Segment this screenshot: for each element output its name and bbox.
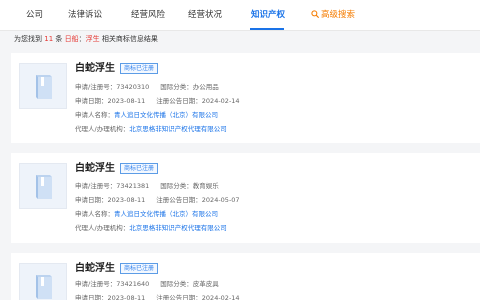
intl-class-value: 办公用品 — [192, 83, 219, 91]
trademark-image[interactable] — [19, 263, 67, 300]
apply-date-value: 2023-08-11 — [107, 294, 146, 300]
status-badge: 商标已注册 — [120, 163, 159, 174]
apply-date-label: 申请日期： — [75, 196, 108, 204]
reg-no-label: 申请/注册号： — [75, 83, 117, 91]
applicant-link[interactable]: 青人追日文化传播（北京）有限公司 — [114, 210, 218, 218]
intl-class-label: 国际分类： — [160, 83, 193, 91]
trademark-image[interactable] — [19, 163, 67, 209]
row-reg-class: 申请/注册号：73421640 国际分类：皮革皮具 — [75, 280, 219, 289]
trademark-book-icon — [36, 175, 52, 199]
trademark-result-card[interactable]: 白蛇浮生 商标已注册 申请/注册号：73421640 国际分类：皮革皮具 申请日期… — [11, 253, 480, 300]
summary-count: 11 — [44, 35, 54, 43]
summary-keyword-sep: ： — [78, 35, 86, 43]
notice-date-value: 2024-05-07 — [201, 196, 240, 204]
trademark-image[interactable] — [19, 63, 67, 109]
category-tab-bar: 公司 法律诉讼 经营风险 经营状况 知识产权 高级搜索 — [0, 0, 480, 31]
trademark-result-card[interactable]: 白蛇浮生 商标已注册 申请/注册号：73420310 国际分类：办公用品 申请日期… — [11, 53, 480, 143]
row-dates: 申请日期：2023-08-11 注册公告日期：2024-05-07 — [75, 196, 240, 205]
results-summary: 为您找到 11 条 日船：浮生 相关商标信息结果 — [14, 34, 158, 44]
row-reg-class: 申请/注册号：73420310 国际分类：办公用品 — [75, 83, 219, 92]
notice-date-value: 2024-02-14 — [201, 97, 240, 105]
status-badge: 商标已注册 — [120, 263, 159, 274]
agent-label: 代理人/办理机构： — [75, 125, 130, 133]
apply-date-label: 申请日期： — [75, 97, 108, 105]
summary-keyword: 浮生 — [85, 35, 100, 43]
agent-link[interactable]: 北京思格非知识产权代理有限公司 — [129, 224, 227, 232]
tab-company[interactable]: 公司 — [26, 9, 43, 21]
applicant-label: 申请人名称： — [75, 111, 114, 119]
intl-class-value: 教育娱乐 — [192, 182, 219, 190]
trademark-result-card[interactable]: 白蛇浮生 商标已注册 申请/注册号：73421381 国际分类：教育娱乐 申请日期… — [11, 153, 480, 243]
intl-class-value: 皮革皮具 — [192, 280, 219, 288]
intl-class-label: 国际分类： — [160, 280, 193, 288]
applicant-label: 申请人名称： — [75, 210, 114, 218]
status-badge: 商标已注册 — [120, 63, 159, 74]
trademark-name[interactable]: 白蛇浮生 — [75, 162, 115, 175]
row-applicant: 申请人名称：青人追日文化传播（北京）有限公司 — [75, 111, 218, 120]
active-tab-indicator — [250, 28, 284, 30]
tab-advanced-search-label: 高级搜索 — [321, 10, 356, 20]
row-dates: 申请日期：2023-08-11 注册公告日期：2024-02-14 — [75, 294, 240, 300]
agent-label: 代理人/办理机构： — [75, 224, 130, 232]
tab-business-status[interactable]: 经营状况 — [188, 9, 222, 21]
row-reg-class: 申请/注册号：73421381 国际分类：教育娱乐 — [75, 182, 219, 191]
summary-unit: 条 — [55, 35, 63, 43]
trademark-name[interactable]: 白蛇浮生 — [75, 262, 115, 275]
tab-intellectual-property[interactable]: 知识产权 — [251, 9, 285, 21]
trademark-book-icon — [36, 75, 52, 99]
notice-date-label: 注册公告日期： — [156, 97, 202, 105]
tab-legal-litigation[interactable]: 法律诉讼 — [68, 9, 102, 21]
notice-date-label: 注册公告日期： — [156, 294, 202, 300]
summary-suffix: 相关商标信息结果 — [101, 35, 158, 43]
trademark-name[interactable]: 白蛇浮生 — [75, 62, 115, 75]
apply-date-value: 2023-08-11 — [107, 97, 146, 105]
summary-prefix: 为您找到 — [14, 35, 42, 43]
notice-date-value: 2024-02-14 — [201, 294, 240, 300]
summary-keyword-label: 日船 — [64, 35, 79, 43]
trademark-book-icon — [36, 275, 52, 299]
intl-class-label: 国际分类： — [160, 182, 193, 190]
notice-date-label: 注册公告日期： — [156, 196, 202, 204]
applicant-link[interactable]: 青人追日文化传播（北京）有限公司 — [114, 111, 218, 119]
reg-no-label: 申请/注册号： — [75, 182, 117, 190]
reg-no-value: 73421381 — [116, 182, 150, 190]
tab-business-risk[interactable]: 经营风险 — [131, 9, 165, 21]
magnifier-icon — [311, 10, 319, 18]
row-dates: 申请日期：2023-08-11 注册公告日期：2024-02-14 — [75, 97, 240, 106]
reg-no-value: 73421640 — [116, 280, 150, 288]
row-agent: 代理人/办理机构：北京思格非知识产权代理有限公司 — [75, 125, 227, 134]
apply-date-value: 2023-08-11 — [107, 196, 146, 204]
tab-advanced-search[interactable]: 高级搜索 — [311, 9, 355, 21]
reg-no-label: 申请/注册号： — [75, 280, 117, 288]
row-applicant: 申请人名称：青人追日文化传播（北京）有限公司 — [75, 210, 218, 219]
agent-link[interactable]: 北京思格非知识产权代理有限公司 — [129, 125, 227, 133]
row-agent: 代理人/办理机构：北京思格非知识产权代理有限公司 — [75, 224, 227, 233]
reg-no-value: 73420310 — [116, 83, 150, 91]
apply-date-label: 申请日期： — [75, 294, 108, 300]
